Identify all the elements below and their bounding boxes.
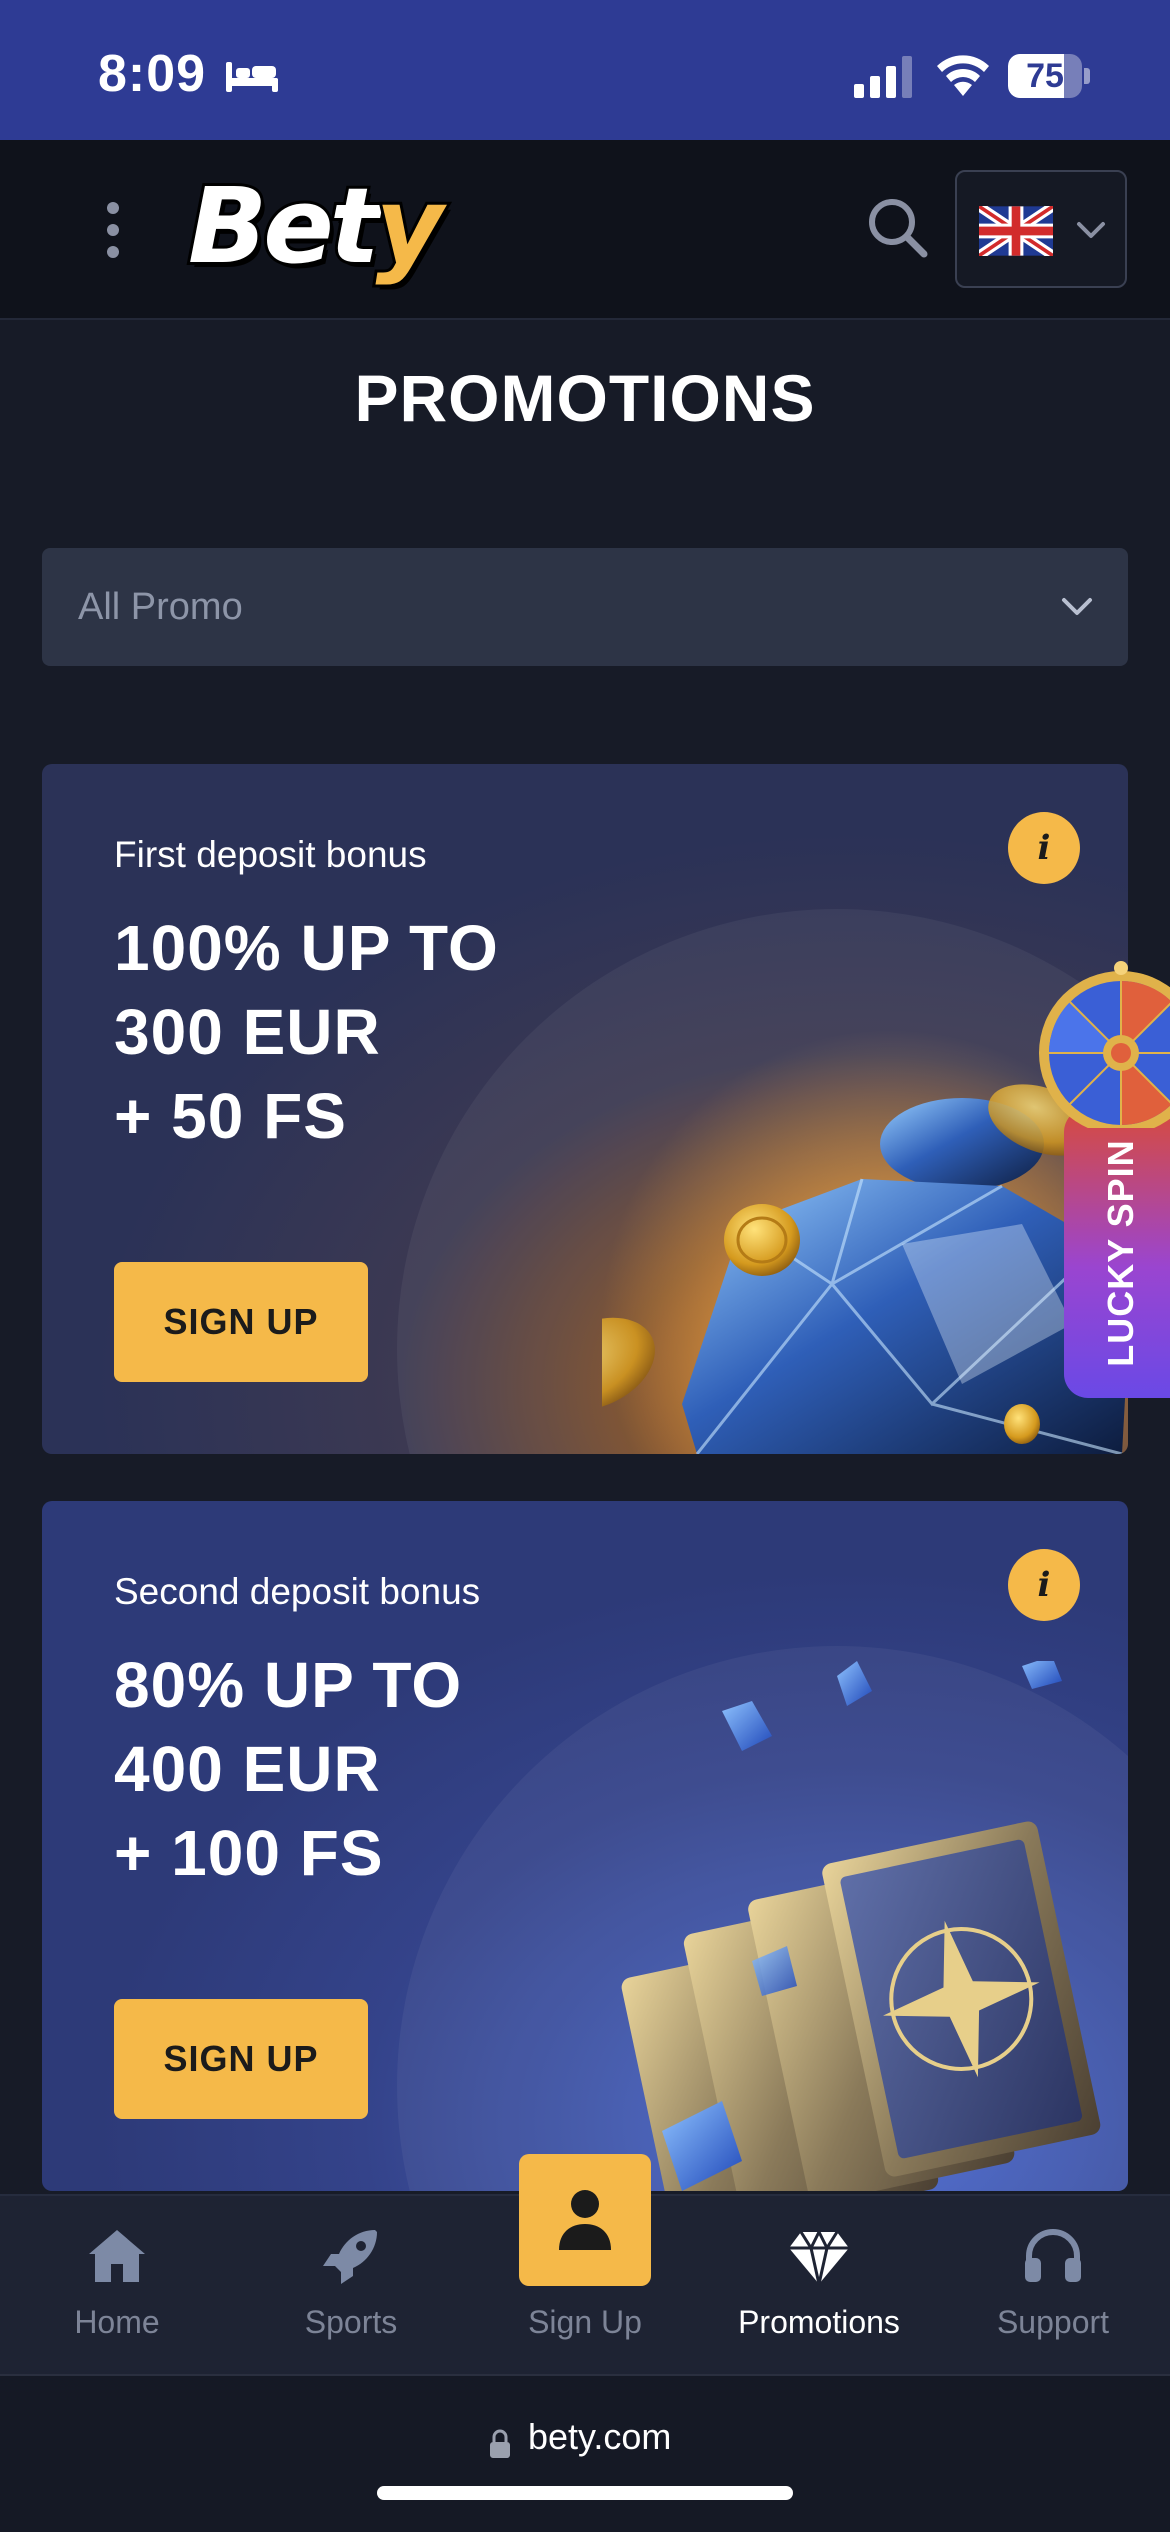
- url-text: bety.com: [528, 2416, 672, 2457]
- diamond-icon: [789, 2228, 849, 2285]
- nav-sports[interactable]: Sports: [251, 2196, 451, 2376]
- wifi-icon: [937, 55, 989, 96]
- logo-main: Bet: [185, 165, 383, 287]
- nav-label-sports: Sports: [304, 2304, 398, 2340]
- logo-accent: y: [373, 165, 447, 287]
- headphones-icon: [1025, 2229, 1081, 2282]
- browser-address-bar[interactable]: bety.com: [0, 2374, 1170, 2532]
- battery-level: 75: [1026, 57, 1064, 95]
- nav-promotions[interactable]: Promotions: [719, 2196, 919, 2376]
- nav-label-sign-up: Sign Up: [528, 2304, 642, 2340]
- site-header: Bety: [0, 140, 1170, 320]
- signal-icon: [854, 56, 912, 98]
- lucky-spin-widget[interactable]: LUCKY SPIN: [1026, 958, 1170, 1440]
- tarot-cards-illustration: [621, 1661, 1101, 2191]
- nav-label-support: Support: [996, 2304, 1110, 2340]
- page: 8:09 75 Bety PROMOTIONS All Promo First …: [0, 0, 1170, 2532]
- sign-up-button[interactable]: SIGN UP: [114, 1999, 368, 2119]
- search-icon[interactable]: [864, 194, 930, 260]
- language-selector[interactable]: [955, 170, 1127, 288]
- nav-support[interactable]: Support: [953, 2196, 1153, 2376]
- promo-headline: 80% UP TO 400 EUR + 100 FS: [114, 1649, 463, 1889]
- sign-up-button[interactable]: SIGN UP: [114, 1262, 368, 1382]
- page-title: PROMOTIONS: [354, 361, 816, 435]
- promo-subtitle: First deposit bonus: [114, 834, 427, 875]
- home-indicator: [377, 2486, 793, 2500]
- lucky-spin-label: LUCKY SPIN: [1100, 1139, 1141, 1367]
- user-icon: [559, 2190, 611, 2250]
- bed-icon: [226, 62, 278, 92]
- promo-headline: 100% UP TO 300 EUR + 50 FS: [114, 912, 499, 1152]
- battery-indicator: 75: [1008, 54, 1090, 98]
- promo-filter-value: All Promo: [78, 586, 243, 628]
- promo-filter-select[interactable]: All Promo: [42, 548, 1128, 666]
- nav-home[interactable]: Home: [17, 2196, 217, 2376]
- wheel-icon: [1039, 961, 1170, 1128]
- bety-logo[interactable]: Bety: [185, 171, 446, 281]
- rocket-icon: [323, 2230, 377, 2284]
- sign-up-fab[interactable]: [519, 2154, 651, 2286]
- chevron-down-icon: [1077, 222, 1105, 238]
- chevron-down-icon: [1062, 598, 1092, 615]
- info-button[interactable]: i: [1008, 1549, 1080, 1621]
- uk-flag-icon: [979, 206, 1053, 256]
- home-icon: [89, 2230, 145, 2282]
- nav-label-home: Home: [74, 2304, 160, 2340]
- menu-dots-icon[interactable]: [92, 194, 134, 266]
- info-button[interactable]: i: [1008, 812, 1080, 884]
- promo-card-second-deposit[interactable]: Second deposit bonus 80% UP TO 400 EUR +…: [42, 1501, 1128, 2191]
- nav-label-promotions: Promotions: [738, 2304, 900, 2340]
- status-bar: 8:09 75: [0, 0, 1170, 140]
- promo-subtitle: Second deposit bonus: [114, 1571, 481, 1612]
- lock-icon: [490, 2429, 510, 2458]
- promo-card-first-deposit[interactable]: First deposit bonus 100% UP TO 300 EUR +…: [42, 764, 1128, 1454]
- status-time: 8:09: [98, 45, 207, 103]
